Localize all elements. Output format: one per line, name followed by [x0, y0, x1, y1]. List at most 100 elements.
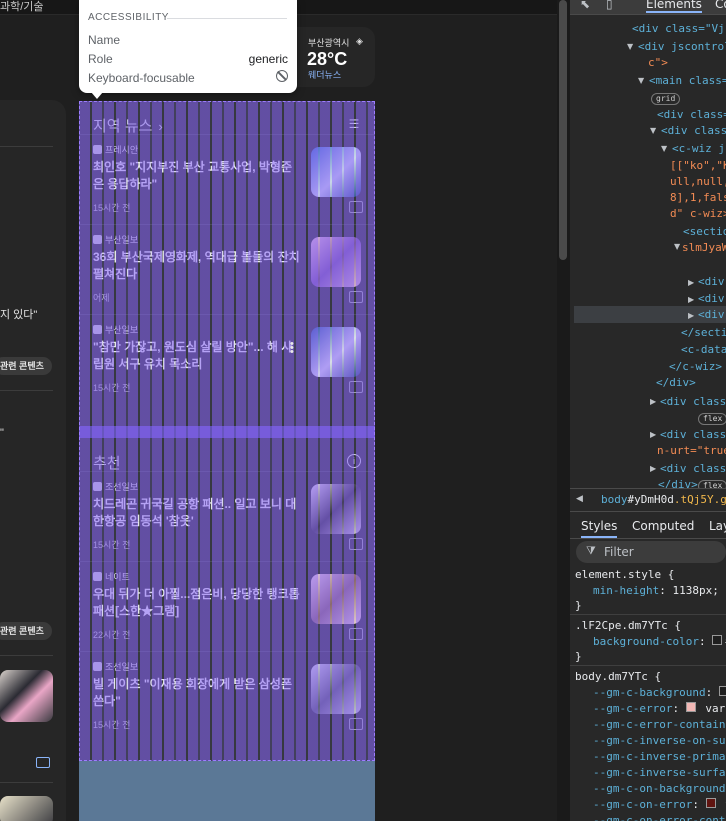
inspect-element-icon[interactable]: ⬉: [580, 0, 590, 11]
divider: [0, 782, 53, 783]
full-coverage-icon[interactable]: [349, 291, 363, 303]
dom-node[interactable]: <c-wiz js: [672, 142, 726, 155]
article-thumbnail[interactable]: [0, 670, 53, 722]
section-title-local-news[interactable]: 지역 뉴스 ›: [93, 115, 163, 136]
full-coverage-icon[interactable]: [349, 628, 363, 640]
weather-source-link[interactable]: 웨더뉴스: [308, 68, 341, 81]
not-allowed-icon: [276, 70, 288, 82]
article-time: 22시간 전: [93, 630, 131, 640]
css-variable[interactable]: --gm-c-on-error-conta:: [593, 814, 726, 821]
page-scrollbar-thumb[interactable]: [559, 0, 567, 260]
full-coverage-icon[interactable]: [349, 201, 363, 213]
full-coverage-icon[interactable]: [349, 381, 363, 393]
article-time: 15시간 전: [93, 720, 131, 730]
full-coverage-icon[interactable]: [36, 757, 50, 768]
article-thumbnail[interactable]: [311, 327, 361, 377]
news-article[interactable]: 조선일보치드레곤 귀국길 공항 패션.. 일고 보니 대한항공 임동석 '참옷'…: [79, 471, 375, 562]
css-variable[interactable]: --gm-c-inverse-primary:: [593, 750, 726, 763]
section-separator: [79, 426, 375, 438]
news-article[interactable]: 부산일보 "참만 가잖고, 원도심 살릴 방안"... 해 사립원 서구 유치 목…: [79, 314, 375, 405]
article-thumbnail[interactable]: [311, 147, 361, 197]
more-options-icon[interactable]: • • •: [290, 339, 294, 358]
css-variable[interactable]: --gm-c-on-background:: [593, 782, 726, 795]
divider: [0, 655, 53, 656]
css-variable[interactable]: --gm-c-on-error: va: [593, 798, 726, 811]
article-title[interactable]: 최인호 "지지부진 부산 교통사업, 박형준은 응답하라": [93, 159, 301, 193]
local-news-card: 지역 뉴스 › ☰ 프레시안 최인호 "지지부진 부산 교통사업, 박형준은 응답하…: [79, 101, 375, 821]
article-title[interactable]: 36회 부산국제영화제, 역대급 볼들의 잔치 펼쳐진다: [93, 249, 301, 283]
nav-link-science[interactable]: 과학/기술: [0, 0, 44, 14]
css-variable[interactable]: --gm-c-inverse-on-surf:: [593, 734, 726, 747]
css-declaration[interactable]: min-height: 1138px;: [593, 584, 719, 597]
chevron-left-icon[interactable]: ◀: [576, 494, 583, 504]
news-article[interactable]: 부산일보 36회 부산국제영화제, 역대급 볼들의 잔치 펼쳐진다 어제: [79, 224, 375, 315]
weather-widget[interactable]: 부산광역시 ◈ 28°C 웨더뉴스: [297, 27, 375, 87]
tab-console[interactable]: Co: [715, 0, 726, 11]
dom-node[interactable]: <c-data: [681, 343, 726, 356]
dom-node[interactable]: <div class=: [660, 395, 726, 408]
dom-node[interactable]: <div class=: [661, 124, 726, 137]
styles-filter-input[interactable]: ⧩ Filter: [576, 541, 726, 563]
css-declaration[interactable]: background-color: #: [593, 635, 726, 648]
dom-node[interactable]: <div class=: [660, 428, 726, 441]
css-variable[interactable]: --gm-c-error-container:: [593, 718, 726, 731]
article-snippet[interactable]: 지 있다": [0, 306, 37, 322]
dom-node[interactable]: <div class=: [660, 462, 726, 475]
article-time: 15시간 전: [93, 383, 131, 393]
tab-styles[interactable]: Styles: [581, 519, 618, 538]
article-time: 15시간 전: [93, 540, 131, 550]
related-content-chip[interactable]: 관련 콘텐츠: [0, 622, 52, 640]
article-source: 조선일보: [93, 480, 138, 493]
color-swatch[interactable]: [718, 686, 726, 696]
dom-node[interactable]: <div jscontroll: [638, 40, 726, 53]
dom-node[interactable]: <div: [698, 308, 725, 321]
article-title[interactable]: 치드레곤 귀국길 공항 패션.. 일고 보니 대한항공 임동석 '참옷': [93, 496, 301, 530]
breadcrumb-body[interactable]: body#yDmH0d.tQj5Y.g: [601, 493, 726, 506]
info-icon[interactable]: i: [347, 454, 361, 468]
tab-elements[interactable]: Elements: [646, 0, 702, 13]
article-title[interactable]: 우대 뒤가 더 아찔...점은비, 당당한 탱크톱 패션[스한★그램]: [93, 586, 301, 620]
color-swatch[interactable]: [705, 798, 716, 808]
news-article[interactable]: 네이트 우대 뒤가 더 아찔...점은비, 당당한 탱크톱 패션[스한★그램] 22…: [79, 561, 375, 652]
article-thumbnail[interactable]: [311, 664, 361, 714]
article-thumbnail[interactable]: [311, 237, 361, 287]
related-content-chip[interactable]: 관련 콘텐츠: [0, 357, 52, 375]
section-title-recommended[interactable]: 추천: [93, 452, 121, 473]
tune-icon[interactable]: ☰: [347, 117, 361, 131]
dom-node-text: c">: [648, 56, 668, 69]
css-variable[interactable]: --gm-c-error: var(--: [593, 702, 726, 715]
dom-node[interactable]: <div class=: [657, 108, 726, 121]
color-swatch[interactable]: [685, 702, 696, 712]
divider: [0, 390, 53, 391]
article-thumbnail[interactable]: [0, 796, 53, 821]
css-variable[interactable]: --gm-c-inverse-surface:: [593, 766, 726, 779]
article-source: 조선일보: [93, 660, 138, 673]
dom-node[interactable]: <div: [698, 292, 725, 305]
full-coverage-icon[interactable]: [349, 718, 363, 730]
tab-computed[interactable]: Computed: [632, 519, 694, 533]
news-article[interactable]: 프레시안 최인호 "지지부진 부산 교통사업, 박형준은 응답하라" 15시간 전: [79, 134, 375, 225]
dom-node[interactable]: <sectio: [683, 225, 726, 238]
filter-icon: ⧩: [586, 544, 596, 557]
news-article[interactable]: 조선일보빌 게이츠 "이재용 회장에게 받은 삼성폰 쓴다" 15시간 전: [79, 651, 375, 742]
color-swatch[interactable]: [712, 635, 723, 645]
article-title[interactable]: 빌 게이츠 "이재용 회장에게 받은 삼성폰 쓴다": [93, 676, 301, 710]
dom-node-text: d" c-wiz>: [670, 207, 726, 220]
full-coverage-icon[interactable]: [349, 538, 363, 550]
dom-node[interactable]: <div: [698, 275, 725, 288]
weather-city: 부산광역시: [308, 38, 350, 48]
css-variable[interactable]: --gm-c-background:: [593, 686, 726, 699]
tooltip-row-name: Name: [88, 33, 121, 47]
device-toolbar-icon[interactable]: ▯: [606, 0, 613, 11]
dom-node[interactable]: <main class=": [649, 74, 726, 87]
css-selector: element.style {: [575, 568, 675, 581]
tab-layout[interactable]: Lay: [709, 519, 726, 533]
article-thumbnail[interactable]: [311, 484, 361, 534]
article-title[interactable]: "참만 가잖고, 원도심 살릴 방안"... 해 사립원 서구 유치 목소리: [93, 339, 301, 373]
tooltip-row-keyboard-focusable: Keyboard-focusable: [88, 70, 288, 85]
grid-badge[interactable]: grid: [651, 92, 681, 105]
dom-node[interactable]: <div class="VjFx: [632, 22, 726, 35]
article-thumbnail[interactable]: [311, 574, 361, 624]
flex-badge[interactable]: flex: [698, 412, 726, 425]
article-snippet[interactable]: ": [0, 427, 4, 439]
